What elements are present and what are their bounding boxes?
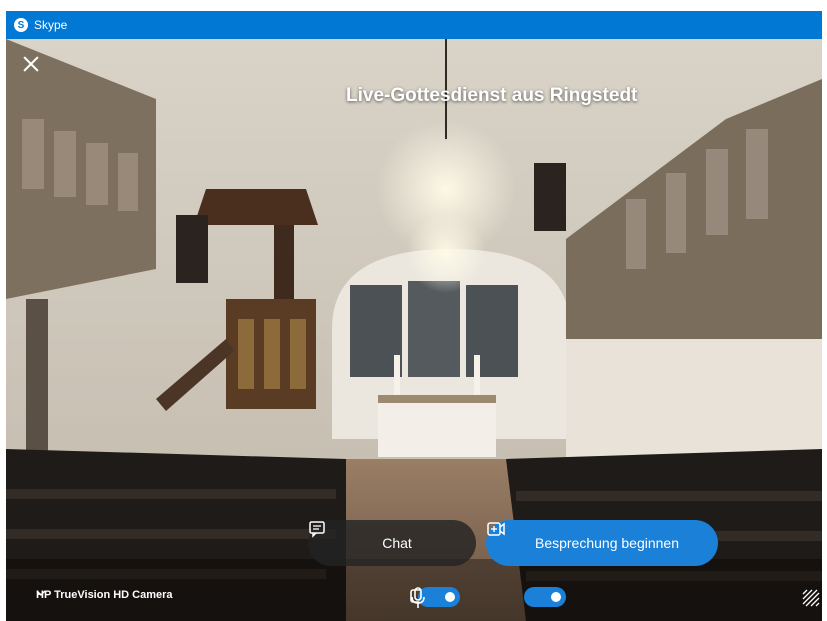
skype-logo-icon: S (14, 18, 28, 32)
camera-selector[interactable]: HP TrueVision HD Camera (36, 589, 177, 601)
chat-button[interactable]: Chat (308, 520, 476, 566)
av-controls (410, 587, 566, 608)
background-effects-icon[interactable] (802, 589, 820, 607)
camera-name: HP TrueVision HD Camera (36, 589, 173, 601)
close-button[interactable] (20, 53, 42, 75)
meeting-title: Live-Gottesdienst aus Ringstedt (346, 85, 638, 106)
start-meeting-label: Besprechung beginnen (534, 535, 679, 551)
skype-window: S Skype Live-Gottesdienst aus Ringstedt … (6, 11, 822, 621)
mic-toggle[interactable] (524, 587, 566, 607)
start-meeting-button[interactable]: Besprechung beginnen (486, 520, 718, 566)
video-preview: Live-Gottesdienst aus Ringstedt Chat Bes… (6, 39, 822, 621)
title-bar: S Skype (6, 11, 822, 39)
chat-label: Chat (382, 535, 412, 551)
app-title: Skype (34, 18, 68, 32)
